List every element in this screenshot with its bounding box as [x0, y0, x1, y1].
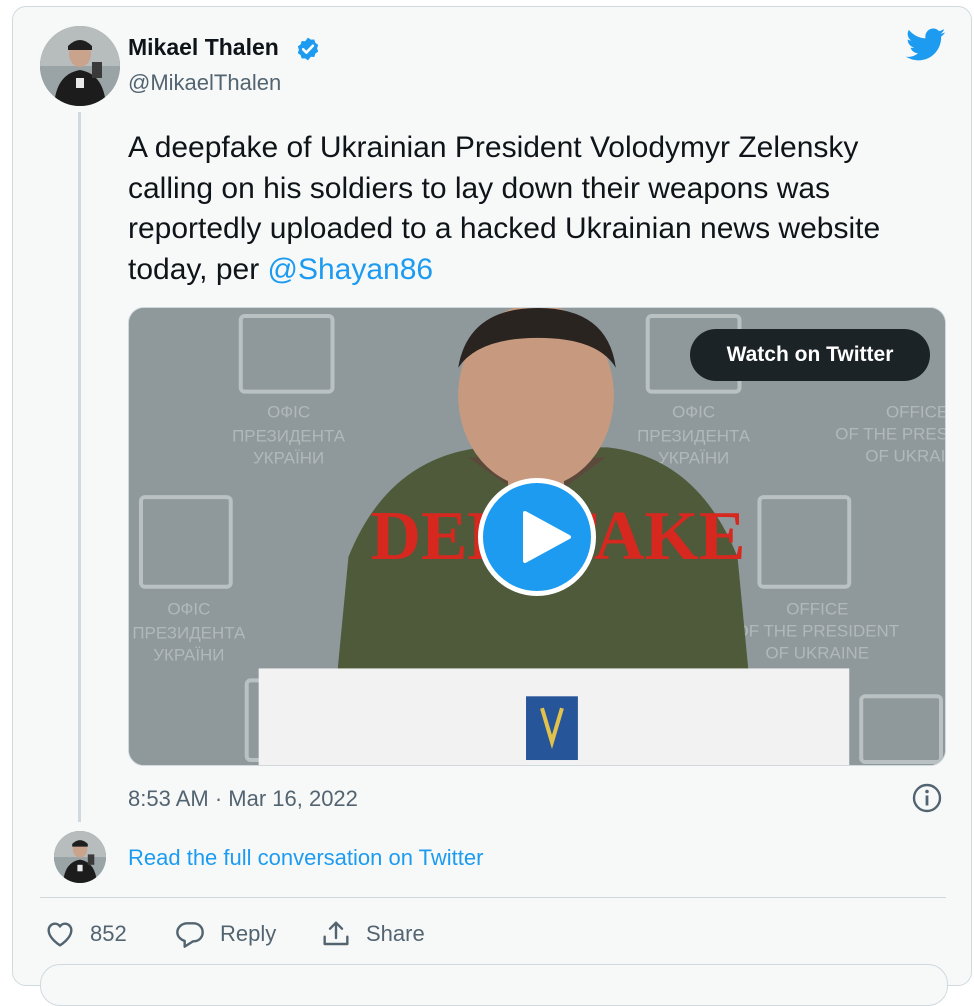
- tweet-text: A deepfake of Ukrainian President Volody…: [128, 128, 943, 290]
- backdrop-text: OF THE PRESIDENT: [736, 622, 900, 641]
- conversation-avatar[interactable]: [54, 831, 106, 883]
- watch-on-twitter-button[interactable]: Watch on Twitter: [690, 329, 930, 381]
- twitter-bird-icon[interactable]: [906, 28, 946, 62]
- like-button[interactable]: 852: [44, 918, 127, 950]
- share-icon: [323, 921, 349, 946]
- backdrop-text: ПРЕЗИДЕНТА: [637, 426, 751, 445]
- backdrop-text: УКРАЇНИ: [153, 645, 224, 664]
- author-name[interactable]: Mikael Thalen: [128, 34, 279, 61]
- heart-icon: [47, 922, 73, 947]
- reply-button[interactable]: Reply: [174, 918, 276, 950]
- read-conversation-link[interactable]: Read the full conversation on Twitter: [128, 845, 483, 871]
- tweet-timestamp[interactable]: 8:53 AM · Mar 16, 2022: [128, 786, 358, 812]
- backdrop-text: OF UKRAINE: [865, 446, 945, 465]
- avatar-photo-icon: [40, 26, 120, 106]
- backdrop-text: OF THE PRESIDENT: [835, 424, 945, 443]
- like-count: 852: [90, 921, 127, 946]
- info-icon[interactable]: [911, 782, 943, 814]
- divider: [40, 897, 946, 898]
- share-label: Share: [366, 921, 425, 946]
- play-button[interactable]: [478, 478, 596, 596]
- reply-label: Reply: [220, 921, 277, 946]
- mention-link[interactable]: @Shayan86: [268, 253, 434, 286]
- author-handle[interactable]: @MikaelThalen: [128, 70, 281, 96]
- share-button[interactable]: Share: [320, 918, 425, 950]
- author-avatar[interactable]: [40, 26, 120, 106]
- backdrop-text: OFFICE: [886, 403, 945, 422]
- backdrop-text: УКРАЇНИ: [658, 448, 729, 467]
- tweet-body: A deepfake of Ukrainian President Volody…: [128, 131, 881, 286]
- backdrop-text: УКРАЇНИ: [253, 448, 324, 467]
- reply-bubble-icon: [176, 922, 204, 948]
- backdrop-text: ОФІС: [267, 403, 310, 422]
- backdrop-text: OFFICE: [786, 600, 848, 619]
- play-icon: [523, 511, 571, 563]
- backdrop-text: ПРЕЗИДЕНТА: [232, 426, 346, 445]
- avatar-photo-icon: [54, 831, 106, 883]
- backdrop-text: ОФІС: [167, 600, 210, 619]
- read-replies-button[interactable]: [40, 964, 948, 1006]
- backdrop-text: OF UKRAINE: [765, 643, 869, 662]
- backdrop-text: ПРЕЗИДЕНТА: [132, 624, 246, 643]
- thread-line: [78, 112, 81, 822]
- backdrop-text: ОФІС: [672, 403, 715, 422]
- verified-badge-icon: [297, 37, 319, 61]
